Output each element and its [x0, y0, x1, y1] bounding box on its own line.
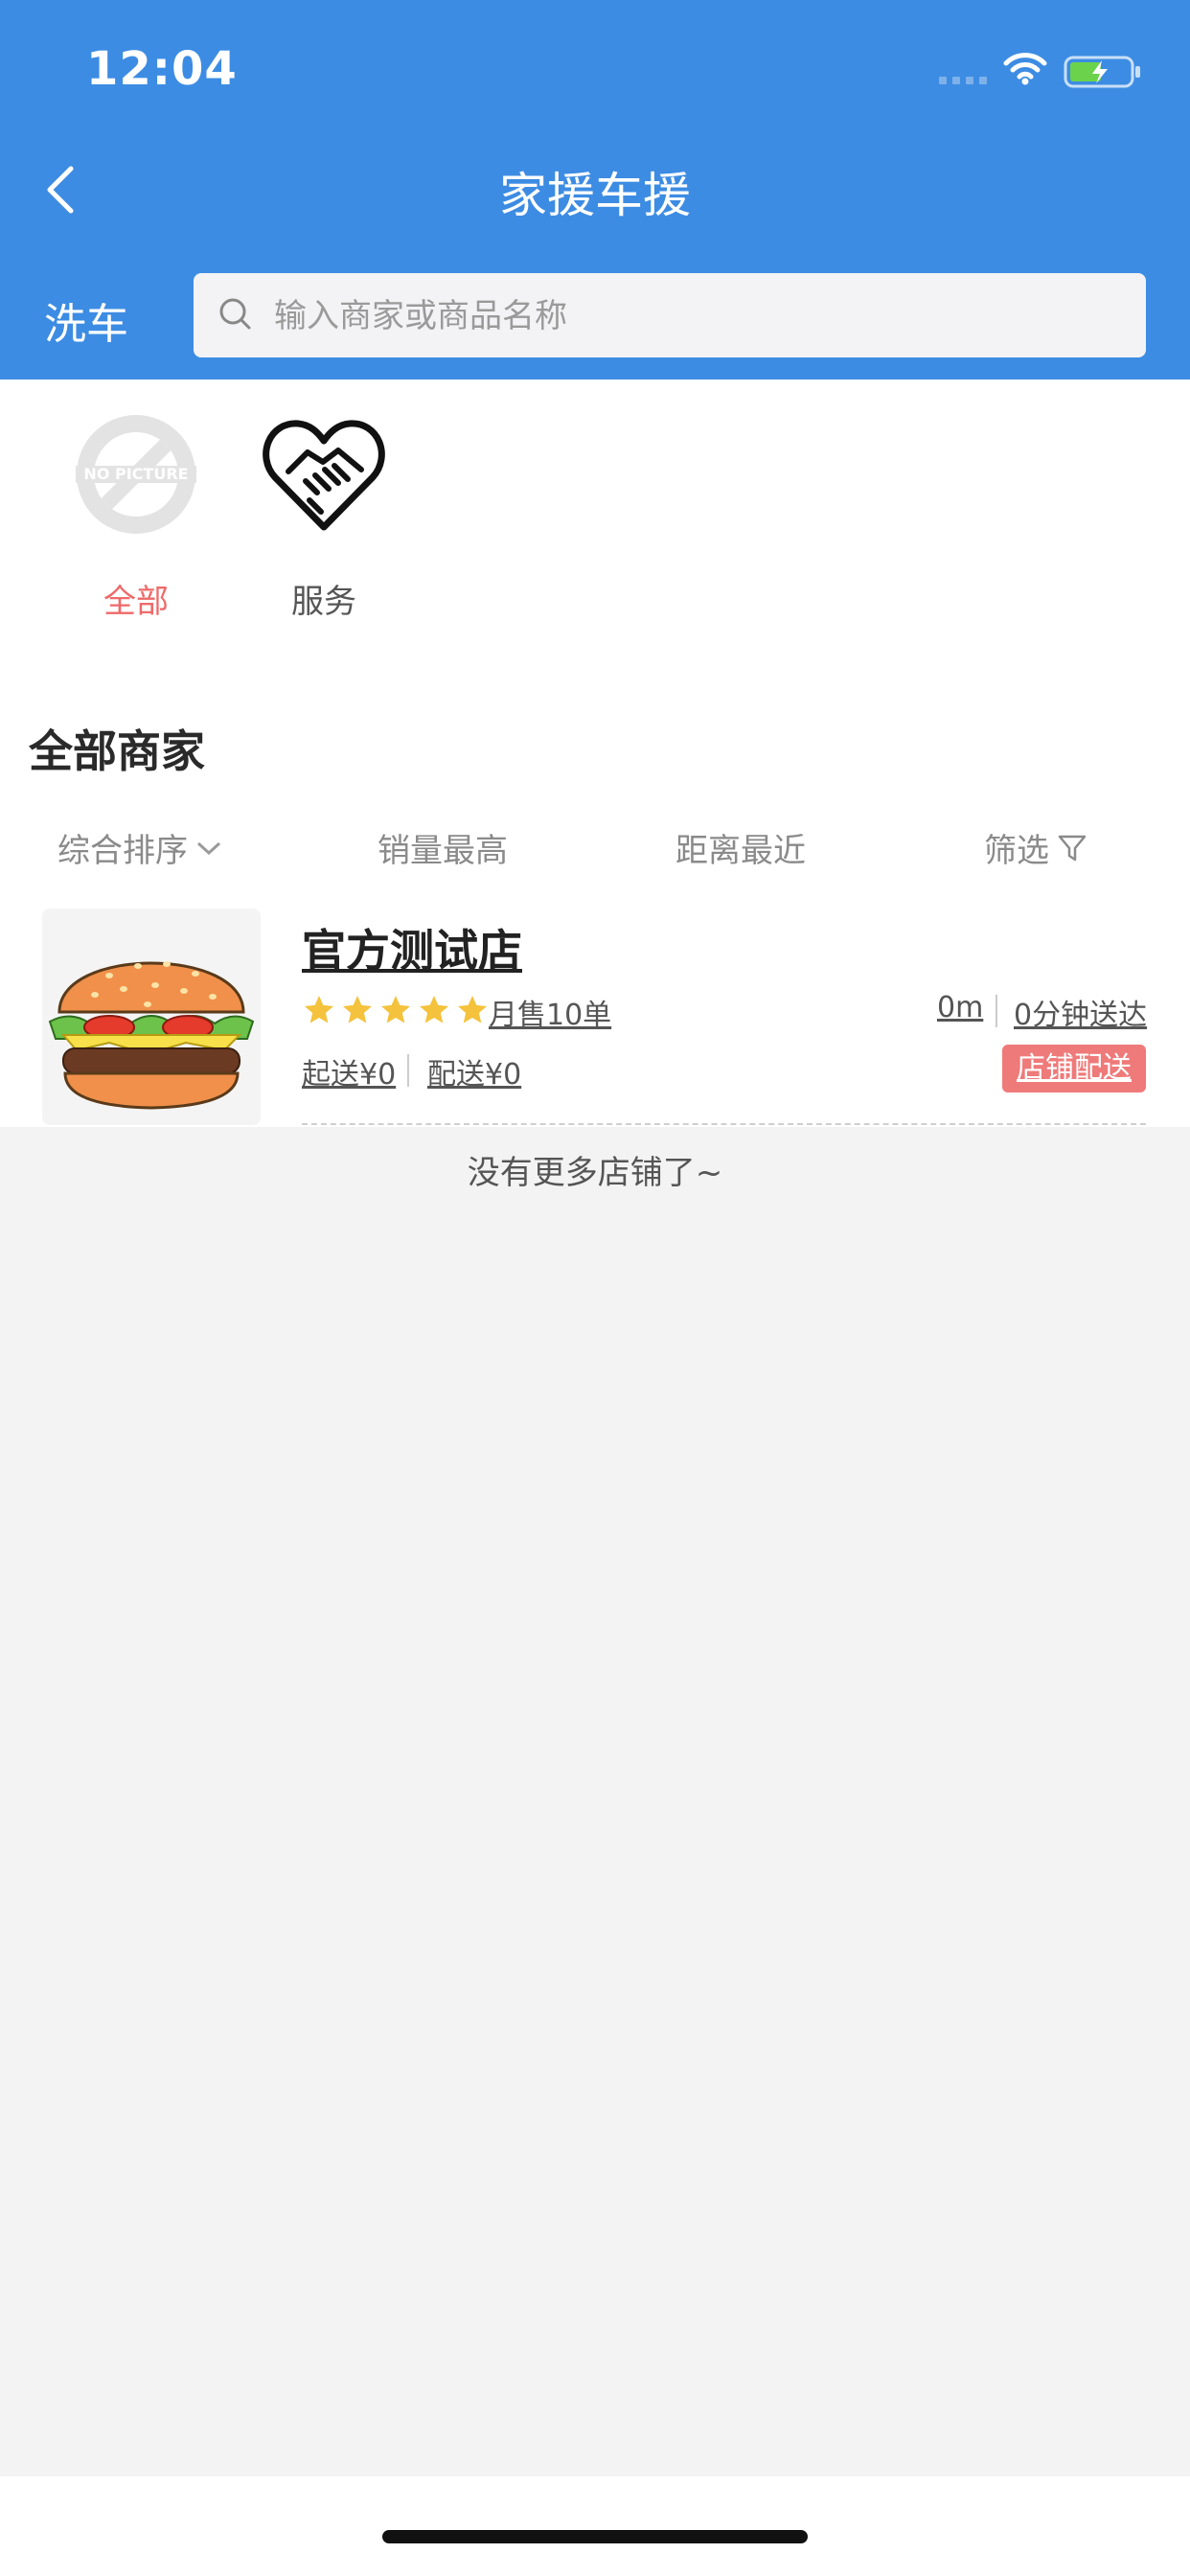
- filter-icon: [1058, 835, 1087, 861]
- monthly-sales: 月售10单: [489, 999, 612, 1032]
- star-icon: [381, 996, 410, 1024]
- sort-distance[interactable]: 距离最近: [675, 824, 806, 871]
- search-box[interactable]: [194, 273, 1146, 359]
- header: 12:04 家援车援 洗车: [0, 0, 1190, 380]
- svg-text:NO PICTURE: NO PICTURE: [83, 465, 188, 483]
- star-icon: [305, 996, 333, 1024]
- sort-label: 综合排序: [57, 832, 188, 870]
- sort-comprehensive[interactable]: 综合排序: [57, 824, 222, 871]
- bottom-bar: [0, 2476, 1190, 2576]
- star-icon: [343, 996, 372, 1024]
- divider: [995, 995, 997, 1027]
- burger-icon: [42, 908, 261, 1125]
- category-service[interactable]: 服务: [238, 412, 410, 622]
- sort-sales[interactable]: 销量最高: [378, 824, 508, 871]
- home-indicator[interactable]: [382, 2530, 808, 2543]
- search-icon: [219, 298, 251, 330]
- chevron-down-icon: [196, 841, 221, 855]
- city-selector[interactable]: 洗车: [44, 289, 128, 351]
- store-name[interactable]: 官方测试店: [302, 916, 522, 979]
- dashed-divider: [302, 1123, 1146, 1125]
- store-distance: 0m: [937, 991, 984, 1024]
- wifi-icon: [1003, 53, 1047, 85]
- sort-label: 筛选: [984, 832, 1049, 870]
- search-input[interactable]: [272, 273, 1119, 359]
- min-order: 起送¥0: [302, 1058, 397, 1092]
- no-picture-icon: NO PICTURE: [76, 415, 196, 534]
- handshake-heart-icon: [263, 420, 385, 531]
- no-more-text: 没有更多店铺了~: [467, 1154, 723, 1192]
- category-label: 全部: [103, 583, 169, 621]
- battery-charging-icon: [1064, 56, 1140, 88]
- delivery-fee: 配送¥0: [427, 1058, 522, 1092]
- filter-button[interactable]: 筛选: [984, 824, 1087, 871]
- star-icon: [420, 996, 448, 1024]
- page-title: 家援车援: [499, 168, 691, 223]
- store-image: [42, 908, 261, 1125]
- status-time: 12:04: [86, 42, 238, 96]
- store-delivery-badge: 店铺配送: [1002, 1045, 1146, 1092]
- category-label: 服务: [291, 583, 356, 621]
- star-icon: [458, 996, 487, 1024]
- delivery-time: 0分钟送达: [1014, 999, 1148, 1032]
- store-rating: [302, 993, 490, 1027]
- store-card[interactable]: 官方测试店 月售10单 0m 0分钟送达 起送¥0 配送¥0 店铺配送: [0, 905, 1190, 1127]
- sort-bar: 综合排序 销量最高 距离最近 筛选: [0, 824, 1190, 872]
- sort-label: 销量最高: [378, 832, 508, 870]
- divider: [407, 1054, 409, 1087]
- section-title: 全部商家: [29, 725, 205, 777]
- category-all[interactable]: NO PICTURE 全部: [50, 412, 222, 622]
- cellular-signal-icon: [939, 77, 987, 84]
- sort-label: 距离最近: [675, 832, 806, 870]
